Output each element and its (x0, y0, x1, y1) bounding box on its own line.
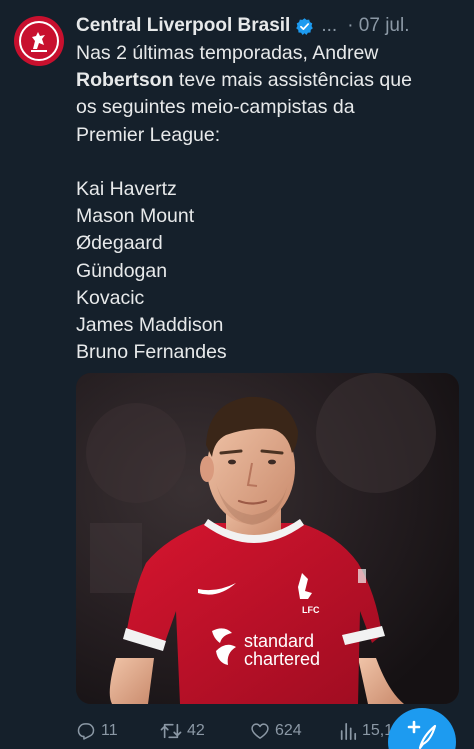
retweet-icon (160, 721, 182, 741)
like-count: 624 (275, 722, 302, 739)
player-item: Gündogan (76, 259, 168, 282)
player-item: Ødegaard (76, 232, 163, 255)
player-item: Bruno Fernandes (76, 341, 227, 364)
views-icon (339, 721, 357, 741)
more-options[interactable]: ... (321, 15, 337, 37)
compose-icon (405, 718, 439, 749)
crest-label: LFC (302, 605, 320, 615)
reply-button[interactable]: 11 (76, 721, 118, 741)
like-button[interactable]: 624 (250, 721, 302, 741)
compose-button[interactable] (388, 708, 456, 749)
tweet[interactable]: Central Liverpool Brasil ... · 07 jul. N… (0, 0, 474, 749)
retweet-button[interactable]: 42 (160, 721, 205, 741)
tweet-photo[interactable]: LFC standard chartered (76, 373, 459, 704)
tweet-header: Central Liverpool Brasil ... · 07 jul. (76, 13, 462, 39)
author-avatar[interactable] (14, 16, 64, 66)
liverbird-logo (19, 21, 59, 61)
mention-robertson: Robertson (76, 69, 174, 92)
tweet-line: Robertson teve mais assistências que (76, 67, 462, 94)
player-item: Mason Mount (76, 205, 195, 228)
tweet-date[interactable]: · 07 jul. (347, 15, 409, 37)
reply-count: 11 (101, 722, 118, 739)
player-item: Kai Havertz (76, 178, 177, 200)
paragraph-break (76, 149, 462, 176)
author-name[interactable]: Central Liverpool Brasil (76, 15, 290, 37)
tweet-line: Premier League: (76, 123, 221, 146)
views-button[interactable]: 15,1 (339, 721, 393, 741)
verified-icon (295, 17, 314, 36)
tweet-line-rest: teve mais assistências que (173, 69, 412, 92)
reply-icon (76, 721, 96, 741)
tweet-line: Nas 2 últimas temporadas, Andrew (76, 42, 379, 64)
player-item: Kovacic (76, 286, 145, 309)
tweet-text: Nas 2 últimas temporadas, Andrew Roberts… (76, 40, 462, 366)
sponsor-line2: chartered (244, 649, 320, 669)
like-icon (250, 721, 270, 741)
sponsor-line1: standard (244, 631, 314, 651)
tweet-line: os seguintes meio-campistas da (76, 96, 355, 119)
player-item: James Maddison (76, 314, 224, 337)
retweet-count: 42 (187, 722, 205, 739)
player-photo: LFC standard chartered (76, 373, 459, 704)
